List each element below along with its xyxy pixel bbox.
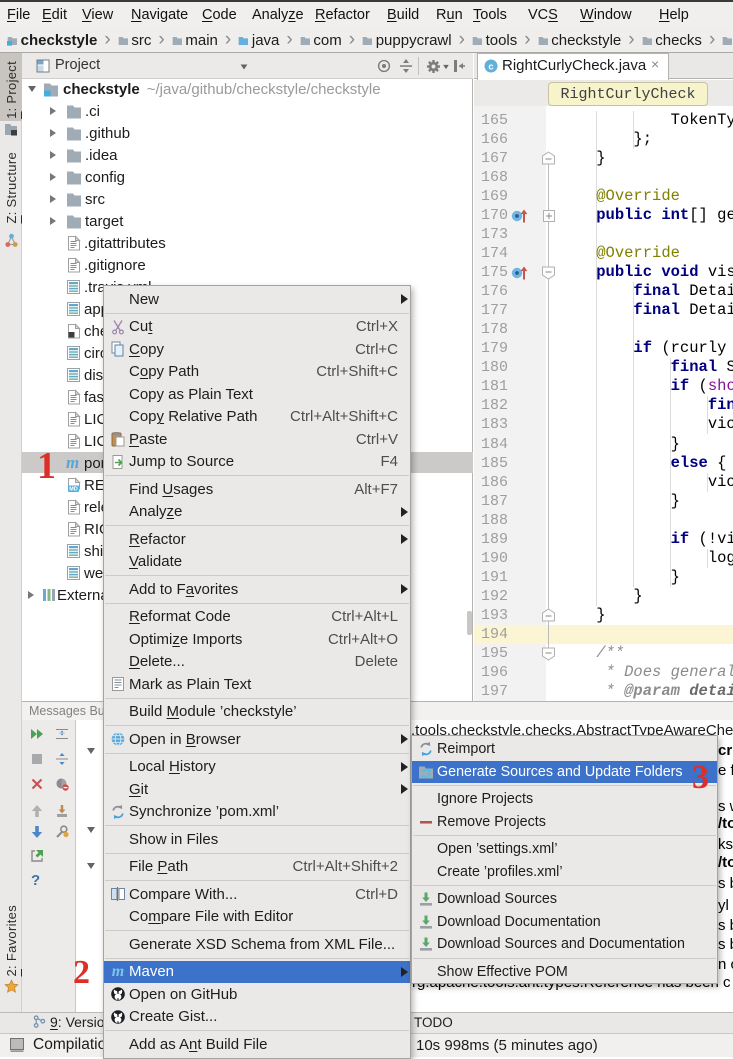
svg-text:c: c <box>488 62 493 73</box>
